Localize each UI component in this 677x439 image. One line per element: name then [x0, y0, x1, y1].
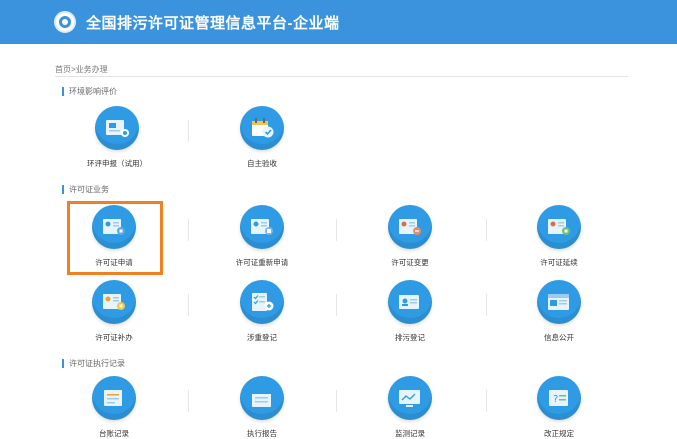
divider — [336, 390, 337, 412]
divider — [188, 120, 189, 142]
divider — [486, 294, 487, 316]
tile-label: 环评申报（试用） — [87, 159, 147, 168]
divider — [188, 294, 189, 316]
app-title: 全国排污许可证管理信息平台-企业端 — [86, 14, 340, 32]
license-icon — [240, 205, 284, 249]
tile-ledger-record[interactable]: 台账记录 — [59, 376, 169, 439]
tile-execution-report[interactable]: 执行报告 — [207, 376, 317, 439]
tile-label: 排污登记 — [395, 333, 425, 342]
tile-label: 自主验收 — [247, 159, 277, 168]
tile-license-reissue[interactable]: 许可证补办 — [59, 280, 169, 352]
section-title-license: 许可证业务 — [62, 185, 109, 194]
tile-discharge-registration[interactable]: 排污登记 — [355, 280, 465, 352]
correction-icon: ? — [537, 376, 581, 420]
tile-label: 监测记录 — [395, 429, 425, 438]
tile-label: 许可证重新申请 — [235, 258, 289, 267]
tile-self-acceptance[interactable]: 自主验收 — [207, 106, 317, 178]
report-icon — [240, 376, 284, 420]
license-icon — [537, 205, 581, 249]
divider — [336, 294, 337, 316]
tile-label: 信息公开 — [544, 333, 574, 342]
breadcrumb[interactable]: 首页>业务办理 — [55, 64, 108, 75]
app-header: 全国排污许可证管理信息平台-企业端 — [0, 0, 677, 44]
divider — [336, 219, 337, 241]
news-icon — [537, 280, 581, 324]
monitor-icon — [388, 376, 432, 420]
tile-label: 许可证补办 — [95, 333, 133, 342]
calendar-check-icon — [240, 106, 284, 150]
tile-label: 执行报告 — [247, 429, 277, 438]
ledger-icon — [92, 376, 136, 420]
tile-info-disclosure[interactable]: 信息公开 — [504, 280, 614, 352]
divider — [486, 219, 487, 241]
divider — [188, 219, 189, 241]
emblem-icon — [54, 11, 76, 33]
section-title-eia: 环境影响评价 — [62, 87, 117, 96]
license-icon — [388, 205, 432, 249]
id-card-icon — [388, 280, 432, 324]
tile-eia-apply[interactable]: 环评申报（试用） — [62, 106, 172, 178]
tile-label: 许可证延续 — [540, 258, 578, 267]
highlight-frame — [67, 201, 163, 275]
breadcrumb-divider — [55, 76, 628, 77]
tile-label: 许可证变更 — [391, 258, 429, 267]
divider — [188, 390, 189, 412]
tile-label: 涉重登记 — [247, 333, 277, 342]
tile-heavy-metal-registration[interactable]: 涉重登记 — [207, 280, 317, 352]
divider — [486, 390, 487, 412]
checklist-icon — [240, 280, 284, 324]
tile-correction-rules[interactable]: ? 改正规定 — [504, 376, 614, 439]
tile-label: 台账记录 — [99, 429, 129, 438]
tile-license-reapply[interactable]: 许可证重新申请 — [207, 205, 317, 277]
tile-license-renew[interactable]: 许可证延续 — [504, 205, 614, 277]
document-clip-icon — [95, 106, 139, 150]
svg-text:?: ? — [553, 394, 558, 405]
tile-license-change[interactable]: 许可证变更 — [355, 205, 465, 277]
tile-label: 改正规定 — [544, 429, 574, 438]
license-icon — [92, 280, 136, 324]
section-title-execution: 许可证执行记录 — [62, 359, 125, 368]
tile-monitoring-record[interactable]: 监测记录 — [355, 376, 465, 439]
